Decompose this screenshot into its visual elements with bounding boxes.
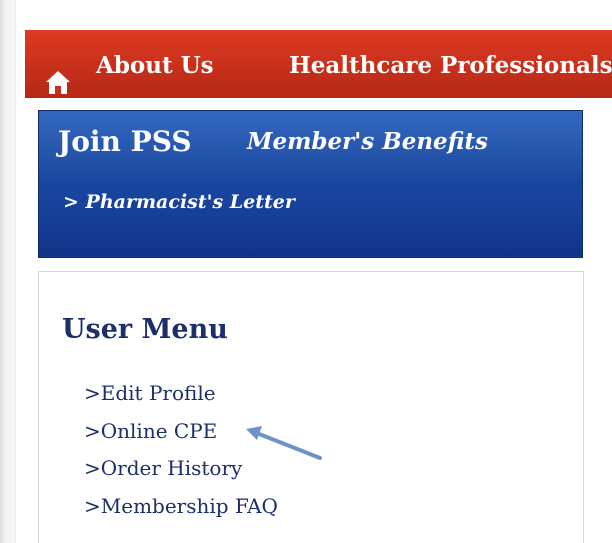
home-icon[interactable] bbox=[45, 68, 71, 94]
top-navigation-bar: About Us Healthcare Professionals bbox=[25, 30, 612, 98]
user-menu-heading: User Menu bbox=[62, 314, 228, 345]
membership-faq-link[interactable]: >Membership FAQ bbox=[84, 494, 278, 518]
nav-item-about-us[interactable]: About Us bbox=[96, 52, 214, 79]
annotation-arrow-icon bbox=[246, 426, 322, 460]
online-cpe-link[interactable]: >Online CPE bbox=[84, 419, 217, 443]
user-menu-box: User Menu >Edit Profile >Online CPE >Ord… bbox=[38, 271, 584, 543]
join-pss-link[interactable]: Join PSS bbox=[58, 125, 192, 158]
members-benefits-link[interactable]: Member's Benefits bbox=[247, 128, 488, 155]
nav-item-healthcare-professionals[interactable]: Healthcare Professionals bbox=[289, 52, 612, 79]
join-pss-panel: Join PSS Member's Benefits > Pharmacist'… bbox=[38, 110, 583, 258]
page-edge-strip bbox=[0, 0, 16, 543]
order-history-link[interactable]: >Order History bbox=[84, 456, 242, 480]
pharmacists-letter-link[interactable]: > Pharmacist's Letter bbox=[63, 191, 295, 213]
edit-profile-link[interactable]: >Edit Profile bbox=[84, 381, 216, 405]
